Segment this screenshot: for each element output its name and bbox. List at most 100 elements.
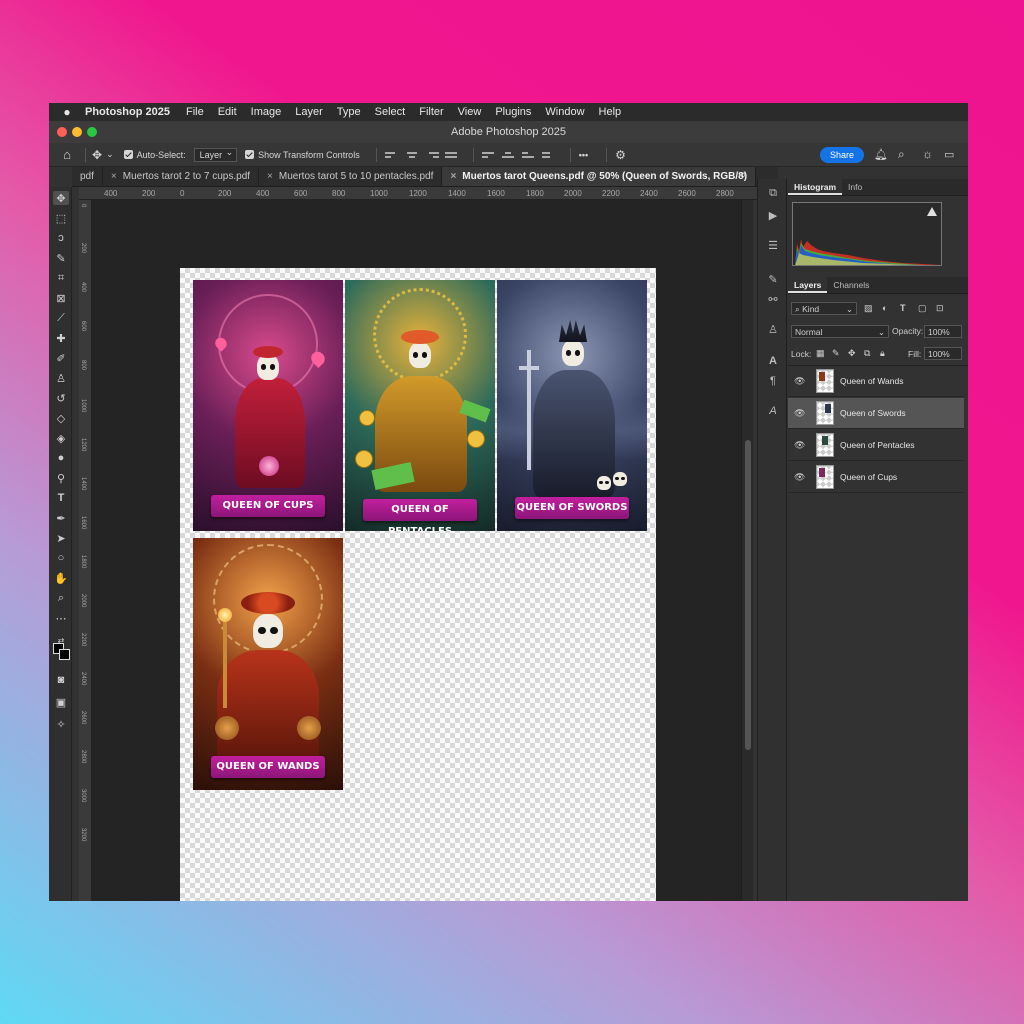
generative-fill-icon[interactable]: ✧ bbox=[53, 717, 69, 731]
layer-row-queen-of-cups[interactable]: 👁︎ Queen of Cups bbox=[788, 462, 964, 493]
show-transform-option[interactable]: Show Transform Controls bbox=[245, 150, 360, 160]
move-tool-icon[interactable]: ✥ bbox=[92, 148, 102, 162]
align-left-icon[interactable] bbox=[384, 149, 399, 161]
background-color-swatch[interactable] bbox=[59, 649, 70, 660]
menu-layer[interactable]: Layer bbox=[295, 106, 323, 118]
menu-file[interactable]: File bbox=[186, 106, 204, 118]
character-panel-icon[interactable]: A bbox=[765, 355, 781, 369]
more-options-button[interactable]: ••• bbox=[579, 150, 588, 160]
dodge-tool-icon[interactable]: ⚲ bbox=[53, 471, 69, 485]
marquee-tool-icon[interactable]: ⬚ bbox=[53, 211, 69, 225]
pixel-filter-icon[interactable]: ▨ bbox=[864, 303, 873, 314]
close-tab-icon[interactable]: × bbox=[111, 171, 117, 182]
menu-plugins[interactable]: Plugins bbox=[495, 106, 531, 118]
visibility-eye-icon[interactable]: 👁︎ bbox=[794, 376, 808, 387]
scrollbar-thumb[interactable] bbox=[745, 440, 751, 750]
lock-artboard-icon[interactable]: ⧉ bbox=[864, 348, 870, 359]
menu-select[interactable]: Select bbox=[375, 106, 406, 118]
home-icon[interactable]: ⌂ bbox=[49, 147, 85, 162]
align-right-icon[interactable] bbox=[425, 149, 439, 161]
app-menu[interactable]: Photoshop 2025 bbox=[85, 106, 170, 118]
document-page[interactable]: QUEEN OF CUPS QUEEN OF PENTACLES bbox=[180, 268, 656, 901]
card-queen-of-swords[interactable]: QUEEN OF SWORDS bbox=[497, 280, 647, 531]
tab-layers[interactable]: Layers bbox=[788, 277, 828, 293]
align-top-icon[interactable] bbox=[481, 149, 496, 161]
workspace-icon[interactable]: ▭ bbox=[944, 148, 954, 161]
type-filter-icon[interactable]: T bbox=[900, 303, 906, 313]
menu-help[interactable]: Help bbox=[599, 106, 622, 118]
align-center-icon[interactable] bbox=[405, 149, 419, 161]
card-queen-of-cups[interactable]: QUEEN OF CUPS bbox=[193, 280, 343, 531]
history-panel-icon[interactable]: ⧉ bbox=[765, 187, 781, 201]
brush-settings-icon[interactable]: ⚯ bbox=[765, 293, 781, 307]
minimize-window-button[interactable] bbox=[72, 127, 82, 137]
blur-tool-icon[interactable]: ● bbox=[53, 451, 69, 465]
visibility-eye-icon[interactable]: 👁︎ bbox=[794, 472, 808, 483]
paint-bucket-icon[interactable]: ◈ bbox=[53, 431, 69, 445]
share-button[interactable]: Share bbox=[820, 147, 865, 163]
menu-type[interactable]: Type bbox=[337, 106, 361, 118]
menu-edit[interactable]: Edit bbox=[218, 106, 237, 118]
type-tool-icon[interactable]: T bbox=[53, 491, 69, 505]
close-tab-icon[interactable]: × bbox=[450, 171, 456, 182]
lock-pixels-icon[interactable]: ✎ bbox=[832, 348, 840, 359]
close-tab-icon[interactable]: × bbox=[267, 171, 273, 182]
smart-object-filter-icon[interactable]: ⊡ bbox=[936, 303, 944, 314]
screen-mode-icon[interactable]: ▣ bbox=[53, 695, 69, 709]
canvas-area[interactable]: QUEEN OF CUPS QUEEN OF PENTACLES bbox=[92, 200, 741, 901]
distribute-vertical-icon[interactable] bbox=[541, 149, 556, 161]
blend-mode-dropdown[interactable]: Normal ⌄ bbox=[791, 325, 889, 338]
distribute-icon[interactable] bbox=[444, 149, 459, 161]
card-queen-of-wands[interactable]: QUEEN OF WANDS bbox=[193, 538, 343, 790]
menu-image[interactable]: Image bbox=[251, 106, 282, 118]
lock-transparent-icon[interactable]: ▦ bbox=[816, 348, 825, 359]
ellipse-tool-icon[interactable]: ○ bbox=[53, 551, 69, 565]
search-icon[interactable]: ⌕ bbox=[898, 147, 905, 162]
history-brush-icon[interactable]: ↺ bbox=[53, 391, 69, 405]
close-window-button[interactable] bbox=[57, 127, 67, 137]
brushes-panel-icon[interactable]: ✎ bbox=[765, 273, 781, 287]
layer-row-queen-of-swords[interactable]: 👁︎ Queen of Swords bbox=[788, 398, 964, 429]
filter-kind-dropdown[interactable]: ⌕ Kind ⌄ bbox=[791, 302, 857, 315]
zoom-window-button[interactable] bbox=[87, 127, 97, 137]
brush-tool-icon[interactable]: ✐ bbox=[53, 351, 69, 365]
tab-cups[interactable]: × Muertos tarot 2 to 7 cups.pdf bbox=[103, 167, 260, 186]
pen-tool-icon[interactable]: ✒ bbox=[53, 511, 69, 525]
card-queen-of-pentacles[interactable]: QUEEN OF PENTACLES bbox=[345, 280, 495, 531]
tab-histogram[interactable]: Histogram bbox=[788, 179, 843, 195]
healing-brush-icon[interactable]: ✚ bbox=[53, 331, 69, 345]
vertical-scrollbar[interactable] bbox=[741, 200, 753, 901]
show-transform-checkbox[interactable] bbox=[245, 150, 255, 159]
actions-panel-icon[interactable]: ▶ bbox=[765, 209, 781, 223]
tab-pdf[interactable]: pdf bbox=[72, 167, 103, 186]
glyphs-panel-icon[interactable]: A bbox=[765, 405, 781, 419]
tab-pentacles[interactable]: × Muertos tarot 5 to 10 pentacles.pdf bbox=[259, 167, 443, 186]
menu-filter[interactable]: Filter bbox=[419, 106, 443, 118]
eyedropper-tool-icon[interactable]: ⟋ bbox=[53, 311, 69, 325]
align-middle-icon[interactable] bbox=[501, 149, 516, 161]
lightbulb-icon[interactable]: ☼ bbox=[922, 147, 933, 161]
move-tool-icon[interactable]: ✥ bbox=[53, 191, 69, 205]
lock-all-icon[interactable]: 🔒︎ bbox=[880, 348, 885, 359]
quick-mask-icon[interactable]: ◙ bbox=[53, 673, 69, 687]
auto-select-option[interactable]: Auto-Select: bbox=[123, 150, 186, 160]
fill-input[interactable]: 100% bbox=[924, 347, 962, 360]
zoom-tool-icon[interactable]: ⌕ bbox=[53, 591, 69, 605]
menu-window[interactable]: Window bbox=[545, 106, 584, 118]
layer-row-queen-of-pentacles[interactable]: 👁︎ Queen of Pentacles bbox=[788, 430, 964, 461]
gear-icon[interactable]: ⚙ bbox=[615, 148, 626, 162]
hand-tool-icon[interactable]: ✋ bbox=[53, 571, 69, 585]
paragraph-panel-icon[interactable]: ¶ bbox=[765, 375, 781, 389]
tab-queens[interactable]: × Muertos tarot Queens.pdf @ 50% (Queen o… bbox=[442, 167, 757, 186]
menu-view[interactable]: View bbox=[458, 106, 482, 118]
lock-position-icon[interactable]: ✥ bbox=[848, 348, 856, 359]
frame-tool-icon[interactable]: ⊠ bbox=[53, 291, 69, 305]
apple-icon[interactable]: ● bbox=[49, 105, 85, 119]
eraser-tool-icon[interactable]: ◇ bbox=[53, 411, 69, 425]
quick-select-tool-icon[interactable]: ✎ bbox=[53, 251, 69, 265]
layer-row-queen-of-wands[interactable]: 👁︎ Queen of Wands bbox=[788, 366, 964, 397]
more-tools-icon[interactable]: ⋯ bbox=[53, 611, 69, 625]
tabs-overflow-button[interactable]: » bbox=[740, 169, 746, 181]
auto-select-checkbox[interactable] bbox=[123, 150, 133, 159]
tab-info[interactable]: Info bbox=[842, 179, 868, 195]
